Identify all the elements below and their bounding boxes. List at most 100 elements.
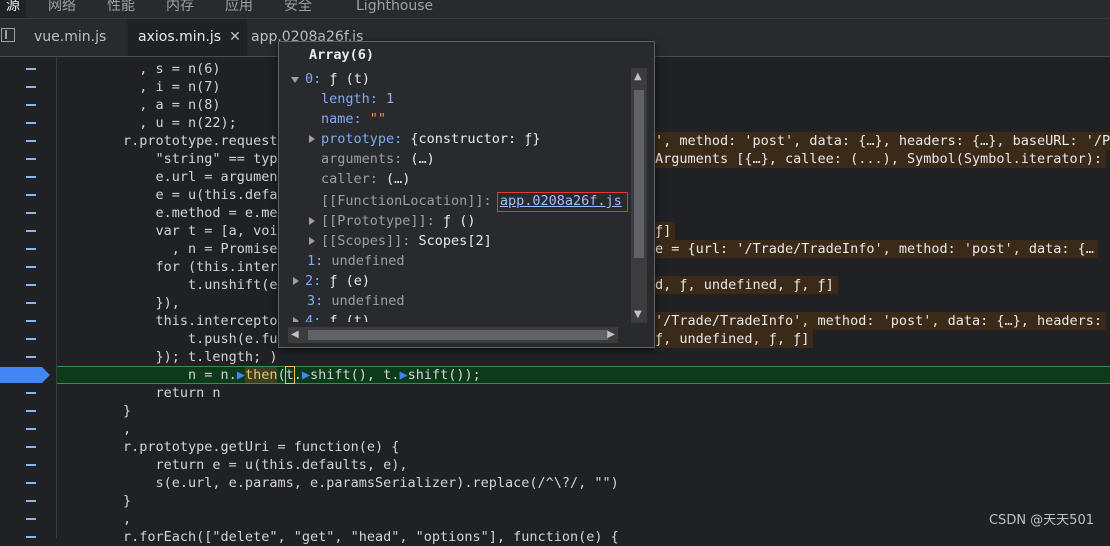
vertical-scroll-thumb[interactable] — [634, 90, 644, 258]
code-line: return n — [58, 385, 221, 401]
gutter-line-marker[interactable] — [26, 158, 36, 160]
gutter-line-marker[interactable] — [26, 320, 36, 322]
file-tab-vue[interactable]: vue.min.js — [34, 19, 106, 56]
gutter-line-marker[interactable] — [26, 212, 36, 214]
gutter-line-marker[interactable] — [26, 392, 36, 394]
gutter-line-marker[interactable] — [26, 266, 36, 268]
inline-value: ƒ, undefined, ƒ, ƒ] — [651, 330, 814, 348]
gutter-line-marker[interactable] — [26, 446, 36, 448]
gutter-line-marker[interactable] — [26, 176, 36, 178]
breakpoint-marker[interactable] — [0, 367, 50, 383]
row-key: 4: — [305, 313, 322, 322]
tree-row[interactable]: [[Prototype]]: ƒ () — [309, 212, 475, 230]
code-line: , — [58, 421, 132, 437]
tab-network[interactable]: 网络 — [48, 0, 76, 18]
tree-row: length: 1 — [321, 90, 394, 108]
horizontal-scroll-thumb[interactable] — [308, 330, 608, 340]
shift-token: shift(), t. — [310, 367, 400, 383]
tab-memory[interactable]: 内存 — [166, 0, 194, 18]
row-value: undefined — [331, 293, 405, 309]
gutter-line-marker[interactable] — [26, 104, 36, 106]
toggle-navigator-icon[interactable] — [1, 28, 15, 42]
gutter-line-marker[interactable] — [26, 482, 36, 484]
code-line: e.url = argumen — [58, 169, 278, 185]
inline-value: '/Trade/TradeInfo', method: 'post', data… — [651, 312, 1107, 330]
object-preview-popover[interactable]: Array(6) 0: ƒ (t) length: 1 name: "" pro… — [278, 41, 655, 348]
row-key: 2: — [305, 273, 322, 289]
code-line: e = u(this.defa — [58, 187, 278, 203]
tree-row[interactable]: 0: ƒ (t) — [291, 70, 370, 88]
code-line: }), — [58, 295, 180, 311]
expand-arrow-icon[interactable] — [293, 317, 299, 322]
file-tab-axios[interactable]: axios.min.js ✕ — [127, 19, 247, 56]
code-line: , u = n(22); — [58, 115, 237, 131]
scroll-left-icon[interactable]: ◀ — [291, 329, 299, 340]
cursor-token: t — [284, 366, 295, 384]
code-line: , — [58, 511, 132, 527]
gutter-line-marker[interactable] — [26, 68, 36, 70]
tree-row[interactable]: [[Scopes]]: Scopes[2] — [309, 232, 492, 250]
gutter-line-marker[interactable] — [26, 410, 36, 412]
tab-security[interactable]: 安全 — [284, 0, 312, 18]
code-line: e.method = e.me — [58, 205, 278, 221]
paren-token: ( — [277, 367, 286, 383]
tab-application[interactable]: 应用 — [225, 0, 253, 18]
gutter-line-marker[interactable] — [26, 518, 36, 520]
gutter-line-marker[interactable] — [26, 500, 36, 502]
code-line: return e = u(this.defaults, e), — [58, 457, 408, 473]
tab-sources[interactable]: 源 — [0, 0, 26, 18]
file-tab-axios-label: axios.min.js — [138, 29, 222, 45]
gutter-line-marker[interactable] — [26, 302, 36, 304]
step-marker-icon: ▶ — [399, 367, 408, 383]
tree-row[interactable]: 4: ƒ (t) — [293, 312, 370, 322]
gutter-line-marker[interactable] — [26, 122, 36, 124]
code-line-current-prefix: n = n. — [58, 367, 237, 383]
gutter-line-marker[interactable] — [26, 356, 36, 358]
scroll-down-icon[interactable]: ▼ — [634, 309, 642, 320]
popover-title: Array(6) — [309, 47, 375, 63]
tree-row[interactable]: prototype: {constructor: ƒ} — [309, 130, 540, 148]
gutter-line-marker[interactable] — [26, 428, 36, 430]
gutter-line-marker[interactable] — [26, 464, 36, 466]
row-value: ƒ (t) — [329, 313, 371, 322]
expand-arrow-icon[interactable] — [309, 237, 315, 245]
gutter-line-marker[interactable] — [26, 284, 36, 286]
code-line: this.intercepto — [58, 313, 278, 329]
code-line: r.forEach(["delete", "get", "head", "opt… — [58, 529, 619, 545]
row-key: 0: — [305, 71, 322, 87]
devtools-panel-tabs: 源 网络 性能 内存 应用 安全 Lighthouse — [0, 0, 1110, 19]
vertical-scrollbar[interactable]: ▲ ▼ — [631, 68, 647, 323]
code-line: for (this.inter — [58, 259, 278, 275]
close-icon[interactable]: ✕ — [229, 29, 241, 45]
then-token: then — [244, 367, 278, 383]
tree-row[interactable]: 2: ƒ (e) — [293, 272, 370, 290]
step-marker-icon: ▶ — [301, 367, 311, 383]
row-value: {constructor: ƒ} — [410, 131, 541, 147]
tree-row[interactable]: arguments: (…) — [321, 150, 435, 168]
scroll-up-icon[interactable]: ▲ — [634, 71, 642, 82]
tree-row: 3: undefined — [307, 292, 405, 310]
inline-value: ', method: 'post', data: {…}, headers: {… — [651, 132, 1110, 150]
gutter-line-marker[interactable] — [26, 140, 36, 142]
gutter-line-marker[interactable] — [26, 248, 36, 250]
expand-arrow-icon[interactable] — [309, 135, 315, 143]
expand-arrow-icon[interactable] — [309, 217, 315, 225]
expand-arrow-icon[interactable] — [291, 77, 299, 83]
tab-performance[interactable]: 性能 — [107, 0, 135, 18]
scroll-right-icon[interactable]: ▶ — [607, 329, 615, 340]
row-value[interactable]: (…) — [386, 171, 410, 187]
gutter-line-marker[interactable] — [26, 194, 36, 196]
tree-row: name: "" — [321, 110, 386, 128]
gutter-line-marker[interactable] — [26, 230, 36, 232]
tab-lighthouse[interactable]: Lighthouse — [356, 0, 433, 18]
gutter-line-marker[interactable] — [26, 338, 36, 340]
gutter-line-marker[interactable] — [26, 86, 36, 88]
inline-value: e = {url: '/Trade/TradeInfo', method: 'p… — [651, 240, 1098, 258]
code-line: "string" == typ — [58, 151, 278, 167]
code-line: , a = n(8) — [58, 97, 221, 113]
expand-arrow-icon[interactable] — [293, 277, 299, 285]
row-value[interactable]: (…) — [410, 151, 434, 167]
horizontal-scrollbar[interactable]: ◀ ▶ — [288, 327, 618, 343]
line-gutter[interactable] — [0, 57, 57, 538]
tree-row[interactable]: caller: (…) — [321, 170, 410, 188]
